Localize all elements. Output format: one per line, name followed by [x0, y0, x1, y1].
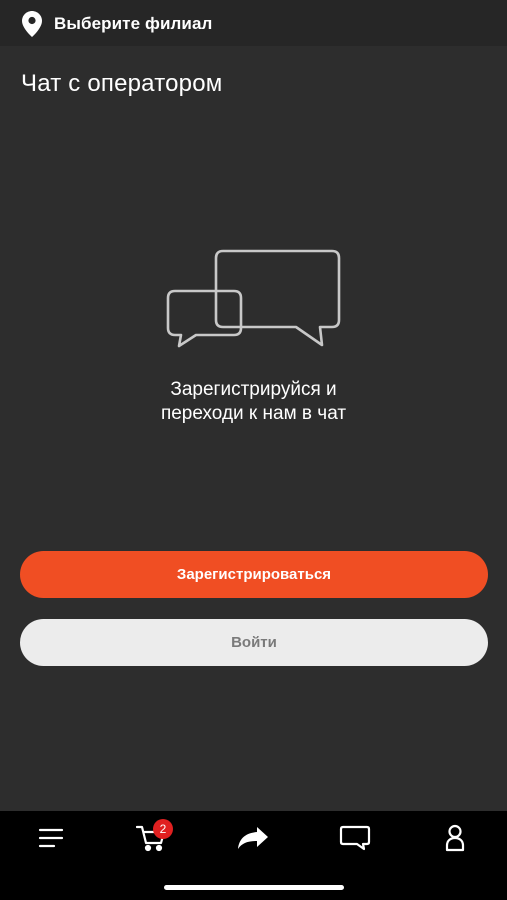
home-indicator[interactable]	[164, 885, 344, 890]
message-line-1: Зарегистрируйся и	[170, 379, 337, 400]
cart-badge: 2	[153, 819, 173, 839]
empty-state-message: Зарегистрируйся и переходи к нам в чат	[0, 378, 507, 426]
bottom-nav: 2	[0, 811, 507, 900]
nav-profile[interactable]	[430, 823, 480, 853]
register-button[interactable]: Зарегистрироваться	[20, 551, 488, 598]
branch-label: Выберите филиал	[54, 14, 213, 33]
login-button[interactable]: Войти	[20, 619, 488, 666]
chat-icon	[339, 825, 371, 851]
message-line-2: переходи к нам в чат	[160, 403, 347, 424]
branch-selector[interactable]: Выберите филиал	[22, 10, 212, 38]
nav-share[interactable]	[228, 823, 278, 853]
page-title: Чат с оператором	[21, 70, 223, 97]
top-bar: Выберите филиал	[0, 0, 507, 46]
nav-menu[interactable]	[26, 823, 76, 853]
chat-bubbles-icon	[165, 248, 345, 350]
location-pin-icon	[22, 11, 42, 37]
nav-cart[interactable]: 2	[126, 819, 176, 853]
profile-icon	[445, 824, 465, 852]
nav-chat[interactable]	[330, 823, 380, 853]
share-icon	[237, 826, 269, 850]
menu-icon	[38, 827, 64, 849]
